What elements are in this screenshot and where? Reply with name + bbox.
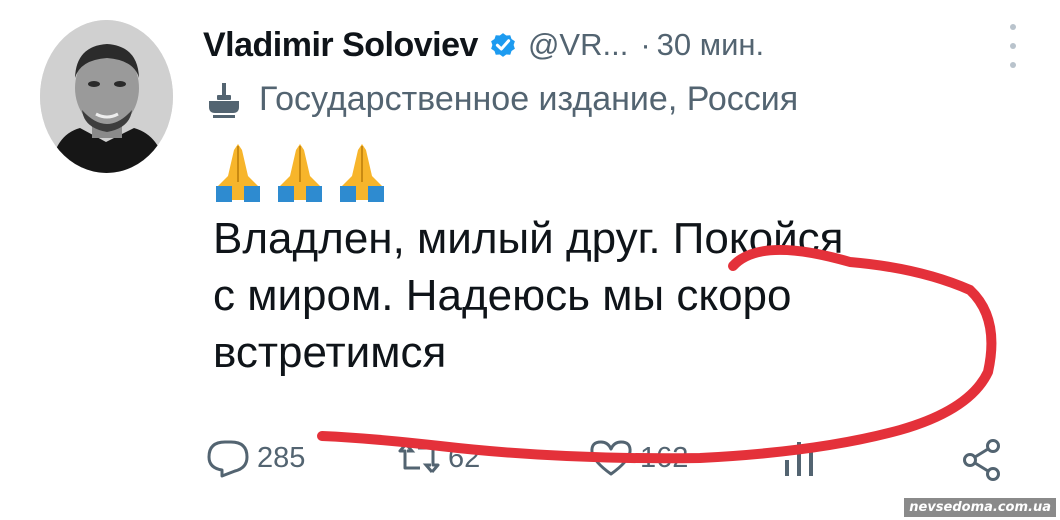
header-separator: ·: [640, 27, 651, 62]
heart-icon: [588, 438, 634, 478]
retweet-button[interactable]: 62: [396, 438, 480, 478]
like-count: 162: [640, 441, 689, 474]
share-button[interactable]: [960, 438, 1004, 482]
avatar[interactable]: [40, 20, 173, 173]
reply-count: 285: [257, 441, 306, 474]
tweet-text-line: с миром. Надеюсь мы скоро: [213, 271, 792, 320]
government-building-icon: [205, 79, 243, 119]
folded-hands-emoji-icon: [275, 142, 325, 202]
author-handle[interactable]: @VR...: [528, 27, 628, 63]
like-button[interactable]: 162: [588, 438, 688, 478]
emoji-row: [213, 140, 387, 202]
folded-hands-emoji-icon: [337, 142, 387, 202]
reply-icon: [205, 438, 251, 478]
tweet-text: Владлен, милый друг. Покойся с миром. На…: [213, 210, 993, 381]
author-display-name[interactable]: Vladimir Soloviev: [203, 26, 478, 65]
avatar-photo: [40, 20, 173, 173]
verified-badge-icon: [488, 30, 518, 60]
share-icon: [960, 438, 1004, 482]
folded-hands-emoji-icon: [213, 142, 263, 202]
views-icon: [779, 438, 819, 478]
account-label-text: Государственное издание, Россия: [259, 79, 799, 118]
views-button[interactable]: [779, 438, 819, 478]
retweet-icon: [396, 438, 442, 478]
more-options-icon[interactable]: [1006, 24, 1020, 68]
retweet-count: 62: [448, 441, 481, 474]
tweet-text-line: Владлен, милый друг. Покойся: [213, 214, 844, 263]
tweet-text-line: встретимся: [213, 328, 447, 377]
tweet-actions: 285 62 162: [0, 430, 1060, 490]
tweet-header: Vladimir Soloviev @VR... · 30 мин.: [203, 20, 764, 70]
watermark: nevsedoma.com.ua: [904, 498, 1056, 517]
account-label[interactable]: Государственное издание, Россия: [205, 76, 798, 122]
tweet-timestamp[interactable]: 30 мин.: [657, 27, 764, 63]
reply-button[interactable]: 285: [205, 438, 305, 478]
